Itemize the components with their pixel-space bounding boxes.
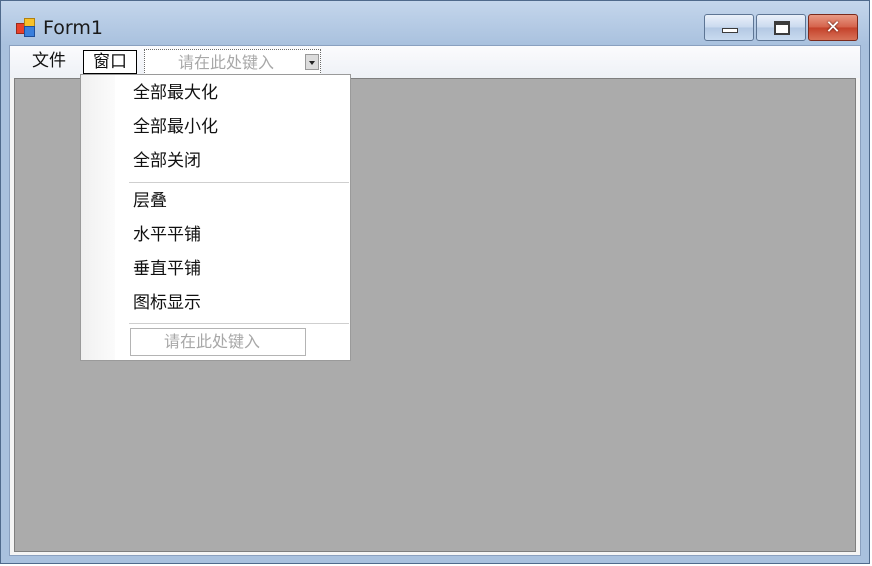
minimize-button[interactable]: [704, 14, 754, 41]
menu-item-maximize-all[interactable]: 全部最大化: [133, 81, 218, 105]
dropdown-arrow-icon[interactable]: [305, 54, 319, 70]
maximize-button[interactable]: [756, 14, 806, 41]
menu-item-minimize-all[interactable]: 全部最小化: [133, 115, 218, 139]
menubar-type-here-placeholder: 请在此处键入: [178, 53, 275, 72]
dropdown-type-here-placeholder: 请在此处键入: [164, 332, 261, 351]
title-bar[interactable]: Form1 ✕: [1, 1, 869, 45]
menu-item-close-all[interactable]: 全部关闭: [133, 149, 201, 173]
minimize-icon: [722, 28, 738, 33]
menu-icon-gutter: [81, 75, 115, 360]
menu-item-arrange-icons[interactable]: 图标显示: [133, 291, 201, 315]
menu-item-cascade[interactable]: 层叠: [133, 189, 167, 213]
close-icon: ✕: [825, 17, 841, 38]
menu-item-tile-horizontal[interactable]: 水平平铺: [133, 223, 201, 247]
menu-separator: [129, 182, 349, 183]
menu-file[interactable]: 文件: [28, 50, 70, 72]
window-menu-dropdown: 全部最大化 全部最小化 全部关闭 层叠 水平平铺 垂直平铺 图标显示 请在此处键…: [80, 74, 351, 361]
menu-window[interactable]: 窗口: [83, 50, 137, 74]
menubar-type-here-box[interactable]: 请在此处键入: [144, 49, 321, 75]
dropdown-type-here-box[interactable]: 请在此处键入: [130, 328, 306, 356]
app-icon: [16, 18, 36, 37]
menu-item-tile-vertical[interactable]: 垂直平铺: [133, 257, 201, 281]
maximize-icon: [774, 21, 790, 35]
menu-separator: [129, 323, 349, 324]
close-button[interactable]: ✕: [808, 14, 858, 41]
window-title: Form1: [43, 17, 103, 39]
